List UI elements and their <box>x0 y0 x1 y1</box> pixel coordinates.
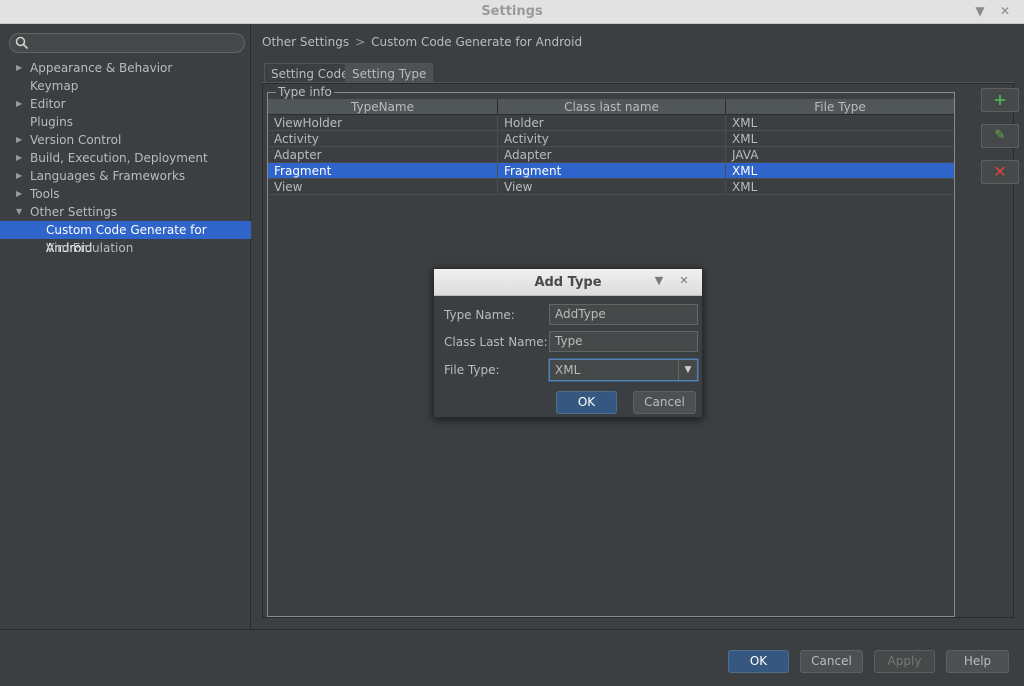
table-row[interactable]: View View XML <box>268 179 954 195</box>
sidebar-item-vim-emulation[interactable]: Vim Emulation <box>0 239 251 257</box>
cell-class-last-name: View <box>498 179 726 195</box>
type-info-title: Type info <box>276 85 334 99</box>
sidebar-item-tools[interactable]: ▶ Tools <box>0 185 251 203</box>
expand-arrow-icon[interactable]: ▶ <box>16 131 22 149</box>
cell-typename: ViewHolder <box>268 115 498 131</box>
expand-arrow-icon[interactable]: ▶ <box>16 59 22 77</box>
cell-class-last-name: Holder <box>498 115 726 131</box>
collapse-arrow-icon[interactable]: ▼ <box>16 203 22 221</box>
remove-icon: ✕ <box>993 162 1007 181</box>
expand-arrow-icon[interactable]: ▶ <box>16 167 22 185</box>
dialog-ok-button[interactable]: OK <box>556 391 617 414</box>
table-row-selected[interactable]: Fragment Fragment XML <box>268 163 954 179</box>
search-input[interactable] <box>9 33 245 53</box>
cell-typename: Activity <box>268 131 498 147</box>
breadcrumb-parent[interactable]: Other Settings <box>262 35 349 49</box>
class-last-name-field[interactable]: Type <box>549 331 698 352</box>
cell-file-type: XML <box>732 116 758 130</box>
dialog-footer: OK Cancel Apply Help <box>0 629 1024 686</box>
search-icon <box>15 36 29 53</box>
add-icon: + <box>993 90 1007 109</box>
sidebar-item-editor[interactable]: ▶ Editor <box>0 95 251 113</box>
expand-arrow-icon[interactable]: ▶ <box>16 95 22 113</box>
breadcrumb: Other Settings > Custom Code Generate for … <box>262 35 582 49</box>
class-last-name-label: Class Last Name: <box>444 335 548 349</box>
tab-setting-type[interactable]: Setting Type <box>345 63 434 83</box>
type-name-label: Type Name: <box>444 308 515 322</box>
sidebar-item-label: Editor <box>30 97 66 111</box>
cell-class-last-name: Fragment <box>498 163 726 179</box>
sidebar-item-label: Appearance & Behavior <box>30 61 173 75</box>
cell-file-type: XML <box>732 164 758 178</box>
cell-file-type: XML <box>732 180 758 194</box>
sidebar-item-label: Version Control <box>30 133 122 147</box>
cell-class-last-name: Activity <box>498 131 726 147</box>
apply-button[interactable]: Apply <box>874 650 935 673</box>
sidebar-item-version-control[interactable]: ▶ Version Control <box>0 131 251 149</box>
edit-button[interactable]: ✎ <box>981 124 1019 148</box>
remove-button[interactable]: ✕ <box>981 160 1019 184</box>
cell-class-last-name: Adapter <box>498 147 726 163</box>
cell-typename: View <box>268 179 498 195</box>
sidebar-item-other-settings[interactable]: ▼ Other Settings <box>0 203 251 221</box>
edit-icon: ✎ <box>994 128 1006 143</box>
sidebar-item-label: Build, Execution, Deployment <box>30 151 208 165</box>
sidebar-item-keymap[interactable]: Keymap <box>0 77 251 95</box>
breadcrumb-separator-icon: > <box>355 35 366 49</box>
cell-typename: Fragment <box>268 163 498 179</box>
sidebar-item-label: Tools <box>30 187 60 201</box>
table-row[interactable]: ViewHolder Holder XML <box>268 115 954 131</box>
cell-file-type: XML <box>732 132 758 146</box>
sidebar-item-plugins[interactable]: Plugins <box>0 113 251 131</box>
column-header-file-type[interactable]: File Type <box>726 99 954 115</box>
sidebar-item-build-execution-deployment[interactable]: ▶ Build, Execution, Deployment <box>0 149 251 167</box>
sidebar-item-label: Plugins <box>30 115 73 129</box>
breadcrumb-current: Custom Code Generate for Android <box>371 35 583 49</box>
dialog-minimize-icon[interactable]: ▼ <box>652 274 666 288</box>
dialog-cancel-button[interactable]: Cancel <box>633 391 696 414</box>
table-header: TypeName Class last name File Type <box>268 99 954 115</box>
table-row[interactable]: Activity Activity XML <box>268 131 954 147</box>
expand-arrow-icon[interactable]: ▶ <box>16 149 22 167</box>
type-name-field[interactable]: AddType <box>549 304 698 325</box>
column-header-typename[interactable]: TypeName <box>268 99 498 115</box>
sidebar-item-label: Keymap <box>30 79 79 93</box>
add-type-dialog-titlebar: Add Type ▼ ✕ <box>434 269 702 296</box>
cell-file-type: JAVA <box>732 148 759 162</box>
sidebar-item-custom-code-generate[interactable]: Custom Code Generate for Android <box>0 221 251 255</box>
ok-button[interactable]: OK <box>728 650 789 673</box>
cell-typename: Adapter <box>268 147 498 163</box>
window-titlebar: Settings ▼ ✕ <box>0 0 1024 24</box>
add-button[interactable]: + <box>981 88 1019 112</box>
sidebar-item-label: Other Settings <box>30 205 118 219</box>
cancel-button[interactable]: Cancel <box>800 650 863 673</box>
file-type-label: File Type: <box>444 363 500 377</box>
sidebar-item-label: Vim Emulation <box>46 241 134 255</box>
add-type-dialog: Add Type ▼ ✕ Type Name: AddType Class La… <box>433 268 703 418</box>
tab-setting-code[interactable]: Setting Code <box>264 63 356 83</box>
column-header-class-last-name[interactable]: Class last name <box>498 99 726 115</box>
chevron-down-icon[interactable]: ▼ <box>678 360 697 380</box>
sidebar-item-appearance-behavior[interactable]: ▶ Appearance & Behavior <box>0 59 251 77</box>
window-title: Settings <box>481 4 543 19</box>
sidebar-item-label: Languages & Frameworks <box>30 169 186 183</box>
minimize-icon[interactable]: ▼ <box>972 3 988 19</box>
expand-arrow-icon[interactable]: ▶ <box>16 185 22 203</box>
file-type-value: XML <box>555 363 581 377</box>
settings-sidebar: ▶ Appearance & Behavior Keymap ▶ Editor … <box>0 24 251 629</box>
help-button[interactable]: Help <box>946 650 1009 673</box>
close-window-icon[interactable]: ✕ <box>997 3 1013 19</box>
file-type-select[interactable]: XML ▼ <box>549 359 698 381</box>
table-row[interactable]: Adapter Adapter JAVA <box>268 147 954 163</box>
sidebar-item-languages-frameworks[interactable]: ▶ Languages & Frameworks <box>0 167 251 185</box>
dialog-close-icon[interactable]: ✕ <box>677 274 691 288</box>
